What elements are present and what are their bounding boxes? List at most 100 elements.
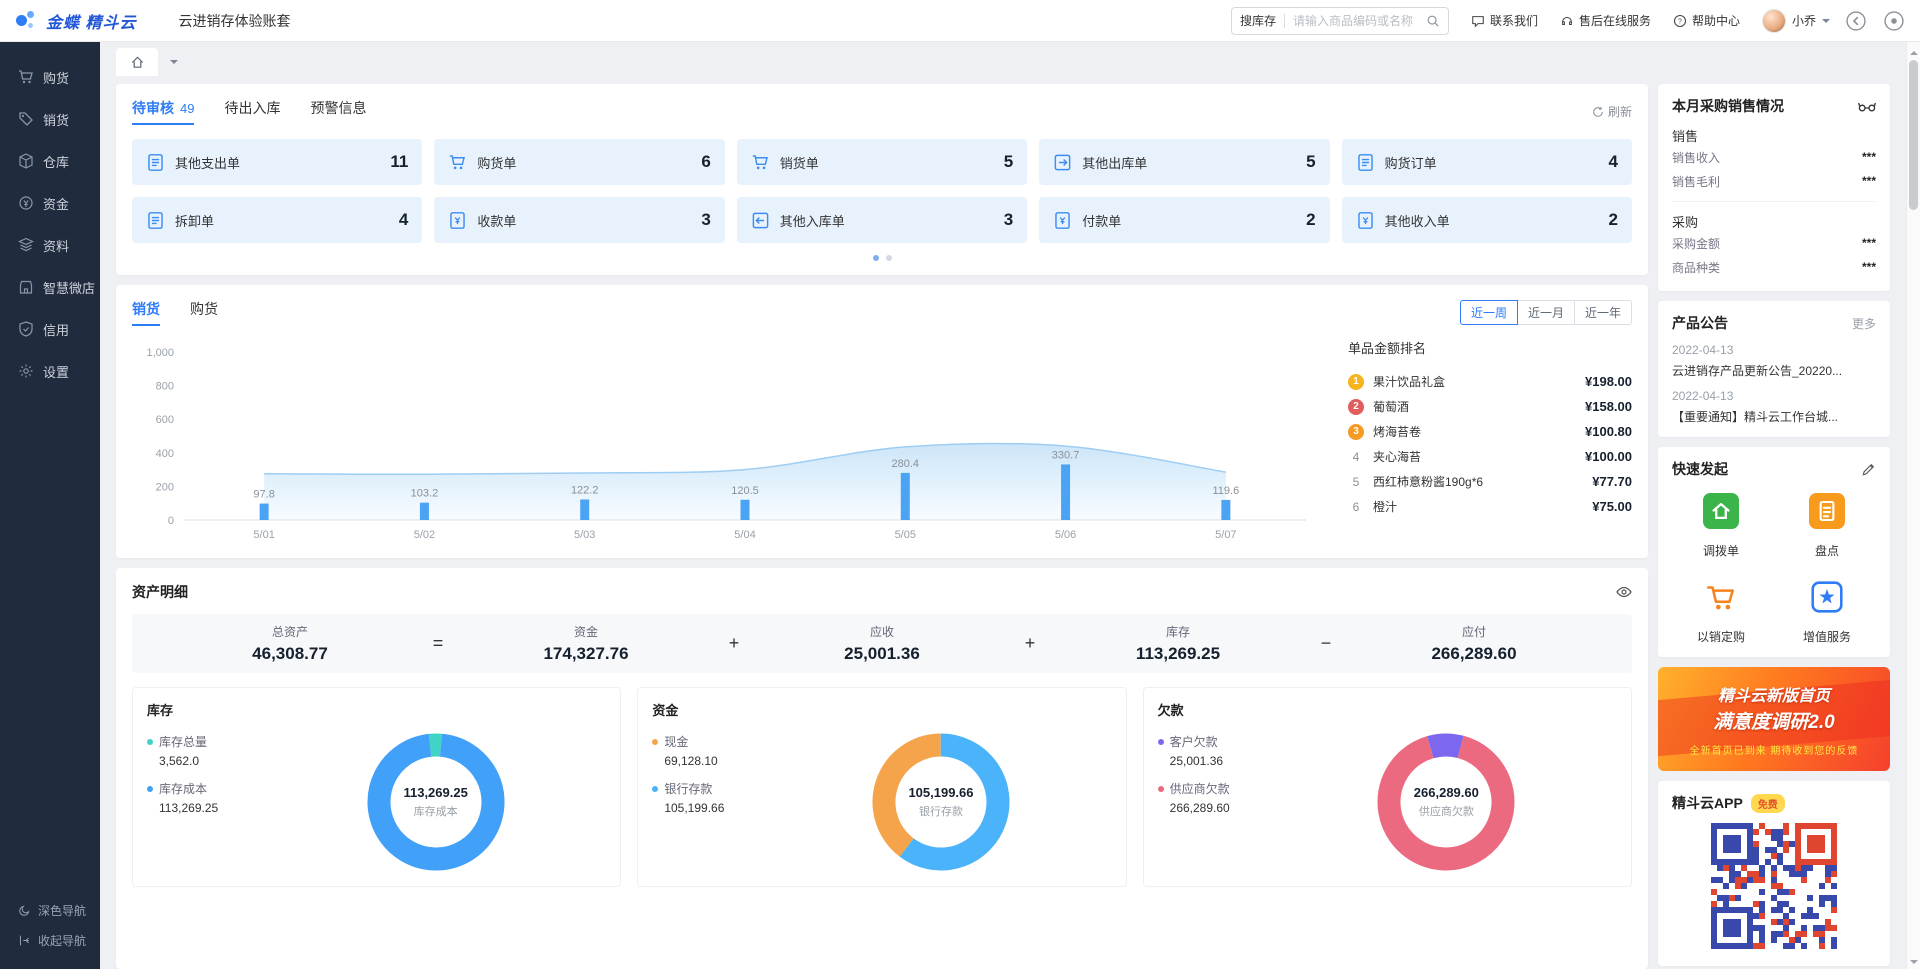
scrollbar-thumb[interactable] [1909, 60, 1918, 210]
dark-nav-toggle[interactable]: 深色导航 [18, 895, 100, 925]
quick-transfer-order[interactable]: 调拨单 [1703, 493, 1739, 559]
rank-number: 6 [1348, 500, 1364, 514]
help-center-link[interactable]: ? 帮助中心 [1673, 12, 1740, 29]
cart-icon [18, 69, 34, 85]
quick-stocktake[interactable]: 盘点 [1809, 493, 1845, 559]
money-doc-icon [1053, 211, 1072, 230]
chevron-down-icon [1822, 19, 1830, 27]
sidebar-item-purchase[interactable]: 购货 [0, 56, 100, 98]
masked-value: *** [1862, 150, 1876, 164]
ranking-row[interactable]: 3烤海苔卷¥100.80 [1348, 419, 1632, 444]
ranking-row[interactable]: 1果汁饮品礼盒¥198.00 [1348, 369, 1632, 394]
collapse-icon [18, 934, 31, 947]
tile-payment[interactable]: 付款单2 [1039, 197, 1329, 243]
svg-text:330.7: 330.7 [1052, 449, 1080, 461]
refresh-button[interactable]: 刷新 [1592, 103, 1632, 120]
banner-line2: 满意度调研2.0 [1713, 707, 1834, 734]
glasses-icon[interactable] [1858, 100, 1876, 112]
tab-pending-review[interactable]: 待审核49 [132, 98, 194, 125]
sidebar-item-data[interactable]: 资料 [0, 224, 100, 266]
sidebar-item-warehouse[interactable]: 仓库 [0, 140, 100, 182]
stat-payable: 应付266,289.60 [1346, 623, 1602, 664]
quick-launch-grid: 调拨单 盘点 以销定购 [1672, 493, 1876, 645]
ranking-row[interactable]: 4夹心海苔¥100.00 [1348, 444, 1632, 469]
sidebar-item-credit[interactable]: 信用 [0, 308, 100, 350]
trend-body: 02004006008001,00097.8103.2122.2120.5280… [132, 334, 1632, 544]
tile-sales-order[interactable]: 销货单5 [737, 139, 1027, 185]
user-menu[interactable]: 小乔 [1762, 9, 1830, 33]
sidebar-item-settings[interactable]: 设置 [0, 350, 100, 392]
scroll-up-arrow[interactable] [1910, 47, 1918, 55]
star-service-icon [1809, 579, 1845, 620]
app-title: 精斗云APP [1672, 793, 1743, 813]
home-tab[interactable] [116, 48, 158, 76]
tab-sales-trend[interactable]: 销货 [132, 299, 160, 326]
page-dot-2[interactable] [886, 255, 892, 261]
sidebar-item-sales[interactable]: 销货 [0, 98, 100, 140]
tile-purchase-order[interactable]: 购货单6 [434, 139, 724, 185]
announcement-item[interactable]: 2022-04-13 云进销存产品更新公告_20220... [1672, 343, 1876, 379]
product-ranking: 单品金额排名 1果汁饮品礼盒¥198.00 2葡萄酒¥158.00 3烤海苔卷¥… [1332, 334, 1632, 544]
ranking-row[interactable]: 2葡萄酒¥158.00 [1348, 394, 1632, 419]
stat-receivable: 应收25,001.36 [754, 623, 1010, 664]
tile-other-outbound[interactable]: 其他出库单5 [1039, 139, 1329, 185]
search-scope-selector[interactable]: 搜库存 [1240, 12, 1276, 29]
more-link[interactable]: 更多 [1852, 315, 1876, 332]
legend-dot [147, 739, 153, 745]
range-week-button[interactable]: 近一周 [1460, 300, 1518, 325]
announcement-item[interactable]: 2022-04-13 【重要通知】精斗云工作台城... [1672, 389, 1876, 425]
page-dot-1[interactable] [873, 255, 879, 261]
quick-sales-driven-purchase[interactable]: 以销定购 [1697, 579, 1745, 645]
tab-warnings[interactable]: 预警信息 [310, 98, 366, 125]
quick-value-added-service[interactable]: 增值服务 [1803, 579, 1851, 645]
ranking-row[interactable]: 6橙汁¥75.00 [1348, 494, 1632, 519]
search-icon[interactable] [1426, 14, 1440, 28]
left-sidebar: 购货 销货 仓库 资金 资料 [0, 42, 100, 969]
rank-number: 4 [1348, 450, 1364, 464]
tile-other-income[interactable]: 其他收入单2 [1342, 197, 1632, 243]
shield-icon [18, 321, 34, 337]
tab-dropdown-button[interactable] [162, 48, 186, 76]
range-year-button[interactable]: 近一年 [1574, 300, 1632, 325]
ranking-title: 单品金额排名 [1348, 338, 1632, 357]
back-button[interactable] [1844, 9, 1868, 33]
money-doc-icon [448, 211, 467, 230]
tile-disassembly[interactable]: 拆卸单4 [132, 197, 422, 243]
coin-icon [18, 195, 34, 211]
pencil-icon[interactable] [1861, 462, 1876, 477]
tile-purchase-request[interactable]: 购货订单4 [1342, 139, 1632, 185]
gear-icon [18, 363, 34, 379]
svg-text:103.2: 103.2 [411, 488, 439, 500]
range-month-button[interactable]: 近一月 [1517, 300, 1575, 325]
brand-logo[interactable]: 金蝶 精斗云 [14, 9, 136, 33]
eye-icon[interactable] [1616, 584, 1632, 600]
collapse-nav-button[interactable]: 收起导航 [18, 925, 100, 955]
month-summary-title: 本月采购销售情况 [1672, 96, 1784, 116]
sidebar-items: 购货 销货 仓库 资金 资料 [0, 42, 100, 895]
tab-purchase-trend[interactable]: 购货 [190, 299, 218, 326]
stat-inventory: 库存113,269.25 [1050, 623, 1306, 664]
ranking-row[interactable]: 5西红柿意粉酱190g*6¥77.70 [1348, 469, 1632, 494]
svg-text:600: 600 [156, 414, 174, 426]
survey-banner[interactable]: 精斗云新版首页 满意度调研2.0 全新首页已到来 期待收到您的反馈 [1658, 667, 1890, 771]
inventory-donut-chart: 113,269.25库存成本 [361, 727, 511, 877]
after-sales-service-link[interactable]: 售后在线服务 [1560, 12, 1651, 29]
sidebar-item-microstore[interactable]: 智慧微店 [0, 266, 100, 308]
masked-value: *** [1862, 174, 1876, 188]
search-input[interactable] [1293, 14, 1426, 28]
legend-dot [652, 739, 658, 745]
cube-icon [18, 153, 34, 169]
target-button[interactable] [1882, 9, 1906, 33]
sidebar-item-funds[interactable]: 资金 [0, 182, 100, 224]
top-header: 金蝶 精斗云 云进销存体验账套 搜库存 联系我们 售后在线服务 ? 帮助中心 小… [0, 0, 1920, 42]
tile-other-expense[interactable]: 其他支出单11 [132, 139, 422, 185]
page-tabstrip [100, 42, 1906, 76]
tile-receipt[interactable]: 收款单3 [434, 197, 724, 243]
tile-other-inbound[interactable]: 其他入库单3 [737, 197, 1027, 243]
contact-us-link[interactable]: 联系我们 [1471, 12, 1538, 29]
funds-donut-chart: 105,199.66银行存款 [866, 727, 1016, 877]
scroll-down-arrow[interactable] [1910, 960, 1918, 968]
inventory-panel: 库存 库存总量3,562.0 库存成本113,269.25 [132, 687, 621, 887]
tab-pending-inout[interactable]: 待出入库 [224, 98, 280, 125]
assets-formula-bar: 总资产46,308.77 = 资金174,327.76 + 应收25,001.3… [132, 614, 1632, 673]
